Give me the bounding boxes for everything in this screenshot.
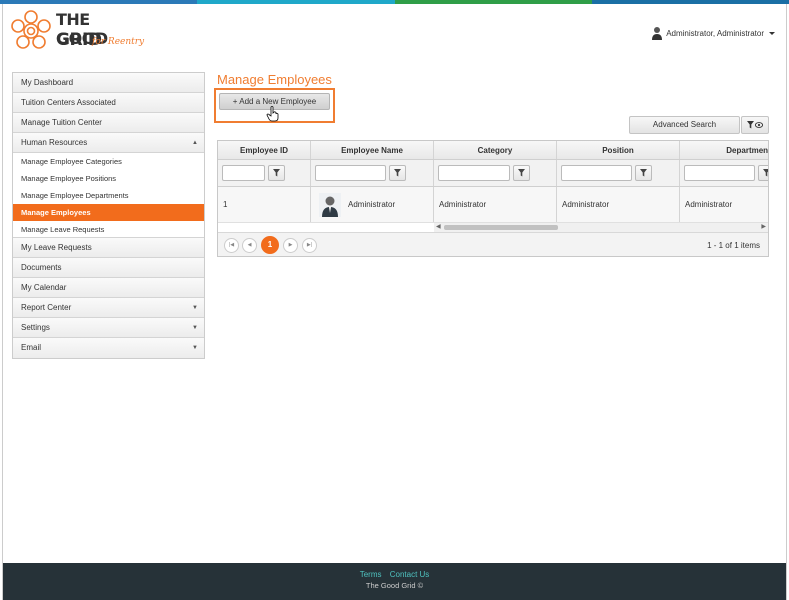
sidebar-item-label: Email xyxy=(21,343,42,352)
current-page-button[interactable]: 1 xyxy=(261,236,279,254)
sidebar-item-settings[interactable]: Settings ▼ xyxy=(13,318,204,338)
employees-grid: Employee ID Employee Name Category Posit… xyxy=(217,140,769,257)
filter-icon xyxy=(518,169,525,177)
previous-page-icon[interactable]: ◀ xyxy=(242,238,257,253)
grid-pager: |◀ ◀ 1 ▶ ▶| 1 - 1 of 1 items xyxy=(218,232,768,256)
sidebar-subitem-manage-employee-departments[interactable]: Manage Employee Departments xyxy=(13,187,204,204)
sidebar-item-my-leave-requests[interactable]: My Leave Requests xyxy=(13,238,204,258)
filter-button[interactable] xyxy=(389,165,406,181)
sidebar-item-my-calendar[interactable]: My Calendar xyxy=(13,278,204,298)
sidebar-item-report-center[interactable]: Report Center ▼ xyxy=(13,298,204,318)
filter-input-employee-name[interactable] xyxy=(315,165,386,181)
cell-department: Administrator xyxy=(680,187,768,222)
sidebar-subitem-manage-leave-requests[interactable]: Manage Leave Requests xyxy=(13,221,204,238)
chevron-up-icon: ▲ xyxy=(192,140,198,146)
cell-employee-name: Administrator xyxy=(311,187,434,222)
sidebar-item-label: Human Resources xyxy=(21,138,88,147)
filter-input-position[interactable] xyxy=(561,165,632,181)
next-page-icon[interactable]: ▶ xyxy=(283,238,298,253)
footer-links: Terms Contact Us xyxy=(3,570,786,579)
sidebar-item-manage-tuition-center[interactable]: Manage Tuition Center xyxy=(13,113,204,133)
scroll-left-icon[interactable]: ◀ xyxy=(436,223,441,232)
sidebar-item-tuition-centers-associated[interactable]: Tuition Centers Associated xyxy=(13,93,204,113)
filter-icon xyxy=(394,169,401,177)
filter-icon xyxy=(640,169,647,177)
sidebar-item-label: My Calendar xyxy=(21,283,67,292)
column-visibility-button[interactable] xyxy=(741,116,769,134)
cell-position: Administrator xyxy=(557,187,680,222)
sidebar-item-human-resources[interactable]: Human Resources ▲ xyxy=(13,133,204,153)
sidebar-item-documents[interactable]: Documents xyxy=(13,258,204,278)
user-menu[interactable]: Administrator, Administrator xyxy=(651,26,775,40)
column-header-position[interactable]: Position xyxy=(557,141,680,159)
grid-filter-row xyxy=(218,160,768,187)
advanced-search-button[interactable]: Advanced Search xyxy=(629,116,740,134)
flower-logo-icon xyxy=(11,10,51,49)
sidebar-item-label: My Leave Requests xyxy=(21,243,92,252)
scroll-right-icon[interactable]: ▶ xyxy=(761,223,766,232)
sidebar-item-label: Manage Tuition Center xyxy=(21,118,102,127)
sidebar-item-label: Tuition Centers Associated xyxy=(21,98,116,107)
scrollbar-thumb[interactable] xyxy=(444,225,558,230)
sidebar-item-email[interactable]: Email ▼ xyxy=(13,338,204,358)
column-header-category[interactable]: Category xyxy=(434,141,557,159)
eye-icon xyxy=(755,122,763,128)
filter-input-employee-id[interactable] xyxy=(222,165,265,181)
user-avatar-icon xyxy=(652,27,663,40)
last-page-icon[interactable]: ▶| xyxy=(302,238,317,253)
user-menu-label: Administrator, Administrator xyxy=(666,28,764,38)
employee-name-text: Administrator xyxy=(348,200,396,209)
sidebar-item-label: Report Center xyxy=(21,303,72,312)
brand-logo[interactable]: THE GOOD GRID for Reentry xyxy=(10,10,145,56)
sidebar-item-my-dashboard[interactable]: My Dashboard xyxy=(13,73,204,93)
copyright-text: The Good Grid © xyxy=(365,581,424,590)
hand-cursor-icon xyxy=(266,106,279,122)
filter-button[interactable] xyxy=(268,165,285,181)
filter-input-category[interactable] xyxy=(438,165,510,181)
sidebar-item-label: Documents xyxy=(21,263,62,272)
page-title: Manage Employees xyxy=(217,72,332,87)
sidebar-subitem-manage-employee-categories[interactable]: Manage Employee Categories xyxy=(13,153,204,170)
filter-button[interactable] xyxy=(513,165,530,181)
column-header-employee-name[interactable]: Employee Name xyxy=(311,141,434,159)
sidebar-subitem-manage-employees[interactable]: Manage Employees xyxy=(13,204,204,221)
chevron-down-icon xyxy=(769,31,775,35)
chevron-down-icon: ▼ xyxy=(192,345,198,351)
cell-category: Administrator xyxy=(434,187,557,222)
filter-button[interactable] xyxy=(758,165,768,181)
employee-avatar-icon xyxy=(319,193,341,217)
first-page-icon[interactable]: |◀ xyxy=(224,238,239,253)
chevron-down-icon: ▼ xyxy=(192,325,198,331)
filter-icon xyxy=(273,169,280,177)
filter-input-department[interactable] xyxy=(684,165,755,181)
sidebar-subitem-manage-employee-positions[interactable]: Manage Employee Positions xyxy=(13,170,204,187)
chevron-down-icon: ▼ xyxy=(192,305,198,311)
sidebar-item-label: Settings xyxy=(21,323,50,332)
brand-tagline: for Reentry xyxy=(92,37,145,47)
column-header-employee-id[interactable]: Employee ID xyxy=(218,141,311,159)
highlight-box: + Add a New Employee xyxy=(214,88,335,123)
column-header-department[interactable]: Department xyxy=(680,141,768,159)
contact-us-link[interactable]: Contact Us xyxy=(390,570,430,579)
filter-icon xyxy=(747,121,754,129)
cell-employee-id: 1 xyxy=(218,187,311,222)
terms-link[interactable]: Terms xyxy=(360,570,382,579)
table-row[interactable]: 1 Administrator Administrator Administra… xyxy=(218,187,768,223)
filter-icon xyxy=(763,169,768,177)
pager-info: 1 - 1 of 1 items xyxy=(707,241,760,250)
sidebar-item-label: My Dashboard xyxy=(21,78,74,87)
page-footer: Terms Contact Us The Good Grid © xyxy=(3,563,786,600)
grid-header-row: Employee ID Employee Name Category Posit… xyxy=(218,141,768,160)
filter-button[interactable] xyxy=(635,165,652,181)
horizontal-scrollbar[interactable]: ◀ ▶ xyxy=(434,223,768,232)
sidebar-nav: My Dashboard Tuition Centers Associated … xyxy=(12,72,205,359)
